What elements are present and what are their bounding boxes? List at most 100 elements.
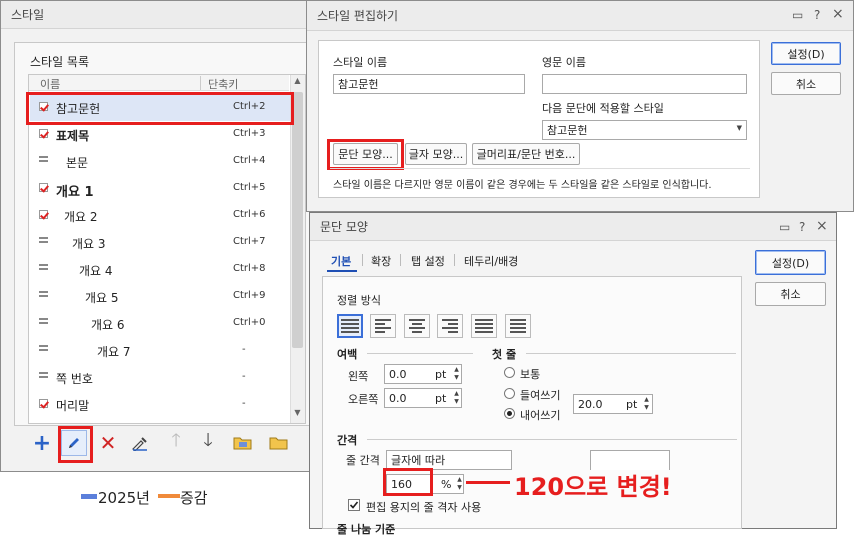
indent-amount-value: 20.0 [578,397,603,411]
paragraph-ok-button[interactable]: 설정(D) [755,250,826,275]
grid-checkbox-label: 편집 용지의 줄 격자 사용 [366,501,482,514]
tab-basic-underline [327,270,357,272]
help-icon[interactable]: ? [814,8,820,22]
first-line-hanging-radio[interactable] [504,408,515,419]
legend-swatch-2025 [81,494,97,499]
align-left-button[interactable] [370,314,396,338]
first-line-normal-radio[interactable] [504,367,515,378]
scroll-down-arrow-icon[interactable]: ▼ [291,408,304,421]
char-shape-button[interactable]: 글자 모양... [405,143,467,165]
style-edit-ok-button[interactable]: 설정(D) [771,42,841,65]
grid-checkbox[interactable] [348,499,360,511]
legend-swatch-change [158,494,180,498]
right-margin-spinner[interactable]: ▲ ▼ [452,390,461,406]
char-style-icon [39,129,48,138]
style-item-name: 본문 [66,156,89,170]
export-style-button[interactable] [266,430,292,456]
right-margin-input[interactable]: 0.0 pt [384,388,462,408]
chat-icon[interactable]: ▭ [792,8,803,22]
left-margin-input[interactable]: 0.0 pt [384,364,462,384]
style-list-title: 스타일 목록 [30,55,90,69]
style-item-name: 개요 2 [64,210,98,224]
style-item-shortcut: Ctrl+9 [233,290,266,301]
close-icon[interactable]: × [816,218,828,234]
style-item[interactable]: 머리말 - [30,391,290,418]
bullet-numbering-button[interactable]: 글머리표/문단 번호... [472,143,580,165]
align-distribute-button[interactable] [471,314,497,338]
annotation-text: 120으로 변경! [514,473,672,501]
chat-icon[interactable]: ▭ [779,220,790,234]
next-style-select[interactable]: 참고문헌 ▼ [542,120,747,140]
style-item-name: 표제목 [56,129,90,143]
help-icon[interactable]: ? [799,220,805,234]
annotation-arrow [466,481,510,484]
align-right-button[interactable] [437,314,463,338]
tab-extend[interactable]: 확장 [371,253,391,269]
checkmark-icon [349,501,359,509]
scroll-up-arrow-icon[interactable]: ▲ [291,76,304,89]
style-copy-button[interactable] [127,430,153,456]
style-item-name: 개요 7 [97,345,131,359]
style-item-shortcut: - [242,344,246,355]
indent-amount-input[interactable]: 20.0 pt [573,394,653,414]
tab-tab-settings[interactable]: 탭 설정 [411,253,445,269]
english-name-input[interactable] [542,74,747,94]
para-style-icon [39,291,48,300]
first-line-indent-radio[interactable] [504,388,515,399]
style-item[interactable]: 본문 Ctrl+4 [30,148,290,175]
legend-label-2025: 2025년 [98,489,150,507]
line-spacing-label: 줄 간격 [346,454,380,467]
style-item-name: 개요 3 [72,237,106,251]
style-item[interactable]: 개요 1 Ctrl+5 [30,175,290,202]
left-margin-label: 왼쪽 [348,370,369,383]
align-justify-button[interactable] [337,314,363,338]
style-name-input[interactable]: 참고문헌 [333,74,525,94]
para-style-icon [39,372,48,381]
style-item[interactable]: 개요 7 - [30,337,290,364]
tab-border-background[interactable]: 테두리/배경 [464,253,518,269]
style-item[interactable]: 개요 3 Ctrl+7 [30,229,290,256]
style-item[interactable]: 개요 6 Ctrl+0 [30,310,290,337]
style-edit-cancel-button[interactable]: 취소 [771,72,841,95]
para-style-icon [39,264,48,273]
style-dialog-titlebar: 스타일 [1,1,315,29]
add-style-button[interactable]: + [29,430,55,456]
tab-basic[interactable]: 기본 [331,253,351,269]
style-item[interactable]: 개요 2 Ctrl+6 [30,202,290,229]
style-item-name: 개요 1 [56,185,94,200]
tab-divider [362,254,363,266]
align-divide-button[interactable] [505,314,531,338]
unit-pt: pt [435,367,447,381]
next-style-value: 참고문헌 [547,124,588,137]
line-spacing-spinner[interactable]: ▲ ▼ [455,476,464,492]
style-item[interactable]: 표제목 Ctrl+3 [30,121,290,148]
move-down-button[interactable]: 🡓 [195,430,221,456]
header-divider [200,76,201,90]
english-name-label: 영문 이름 [542,56,586,69]
right-margin-label: 오른쪽 [348,393,379,406]
import-style-button[interactable] [230,430,256,456]
delete-style-button[interactable]: ✕ [95,430,121,456]
close-icon[interactable]: × [832,6,844,22]
scroll-thumb[interactable] [292,92,303,348]
move-up-button[interactable]: 🡑 [163,430,189,456]
paragraph-cancel-button[interactable]: 취소 [755,282,826,306]
indent-amount-spinner[interactable]: ▲ ▼ [642,396,651,412]
char-style-icon [39,183,48,192]
first-line-indent-label: 들여쓰기 [520,389,561,402]
style-item[interactable]: 쪽 번호 - [30,364,290,391]
eyedropper-icon [132,437,147,451]
style-item-name: 개요 5 [85,291,119,305]
align-center-button[interactable] [404,314,430,338]
style-item[interactable]: 개요 4 Ctrl+8 [30,256,290,283]
margin-section-label: 여백 [337,348,358,361]
line-spacing-type-select[interactable]: 글자에 따라 [386,450,512,470]
align-label: 정렬 방식 [337,294,381,307]
right-margin-value: 0.0 [389,391,407,405]
highlight-paragraph-shape-button [327,139,404,170]
left-margin-spinner[interactable]: ▲ ▼ [452,366,461,382]
tab-divider [400,254,401,266]
style-item-name: 개요 4 [79,264,113,278]
style-list-header [29,75,289,91]
style-item[interactable]: 개요 5 Ctrl+9 [30,283,290,310]
